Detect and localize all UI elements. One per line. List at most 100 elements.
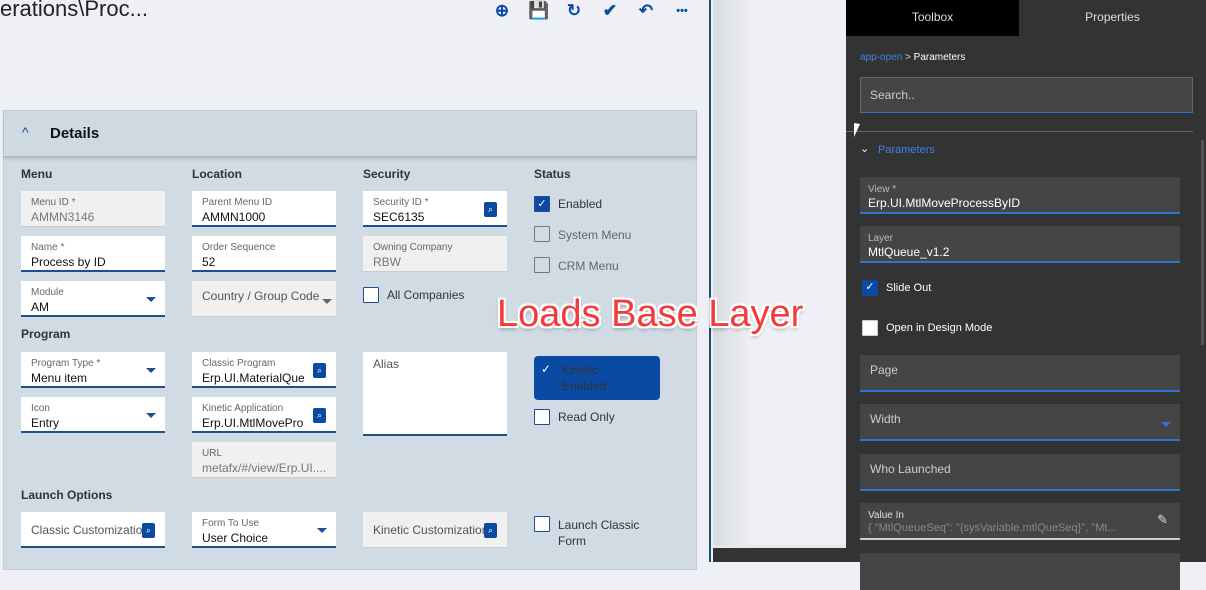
value: Menu item [31, 371, 88, 385]
crm-menu-checkbox[interactable] [534, 257, 550, 273]
tab-toolbox[interactable]: Toolbox [846, 0, 1019, 36]
system-menu-label: System Menu [558, 228, 632, 242]
layer-field[interactable]: Layer MtlQueue_v1.2 [860, 226, 1180, 263]
chevron-down-icon[interactable]: ⌄ [860, 142, 869, 155]
label: Program Type * [31, 358, 101, 369]
menu-id-field[interactable]: Menu ID * AMMN3146 [21, 191, 165, 227]
search-input[interactable]: Search.. [860, 77, 1193, 113]
value: SEC6135 [373, 210, 425, 224]
section-launch-options: Launch Options [21, 488, 113, 502]
label: Kinetic [562, 363, 599, 377]
search-icon[interactable]: ⌕ [484, 202, 497, 217]
form-to-use-dropdown[interactable]: Form To Use User Choice [192, 512, 336, 548]
read-only-checkbox[interactable] [534, 409, 550, 425]
preview-gap [713, 0, 846, 562]
placeholder: Search.. [870, 88, 915, 102]
value: Erp.UI.MtlMoveProcessByID [868, 196, 1021, 210]
country-group-code-dropdown[interactable]: Country / Group Code [192, 281, 336, 317]
save-icon[interactable]: 💾 [528, 1, 549, 21]
alias-textarea[interactable]: Alias [363, 352, 507, 436]
label: Parent Menu ID [202, 197, 273, 208]
module-dropdown[interactable]: Module AM [21, 281, 165, 317]
placeholder: Country / Group Code [202, 289, 320, 303]
search-icon[interactable]: ⌕ [142, 523, 155, 538]
chevron-up-icon[interactable]: ^ [22, 124, 29, 140]
url-field[interactable]: URL metafx/#/view/Erp.UI.... [192, 442, 336, 478]
add-icon[interactable]: ⊕ [492, 1, 512, 21]
section-location: Location [192, 167, 242, 181]
value: RBW [373, 255, 401, 269]
kinetic-application-field[interactable]: Kinetic Application Erp.UI.MtlMovePro ⌕ [192, 397, 336, 433]
pencil-icon[interactable]: ✎ [1157, 512, 1168, 528]
design-mode-checkbox[interactable] [862, 320, 878, 336]
security-id-field[interactable]: Security ID * SEC6135 ⌕ [363, 191, 507, 227]
icon-dropdown[interactable]: Icon Entry [21, 397, 165, 433]
refresh-icon[interactable]: ↻ [564, 1, 584, 21]
caret-down-icon [322, 299, 332, 304]
who-launched-field[interactable]: Who Launched [860, 454, 1180, 491]
all-companies-label: All Companies [387, 288, 465, 302]
label: Layer [868, 233, 894, 244]
name-field[interactable]: Name * Process by ID [21, 236, 165, 272]
value: Erp.UI.MaterialQue [202, 371, 305, 385]
placeholder: Who Launched [870, 462, 951, 476]
classic-program-field[interactable]: Classic Program Erp.UI.MaterialQue ⌕ [192, 352, 336, 388]
caret-down-icon [146, 297, 156, 302]
details-title: Details [50, 125, 100, 142]
search-icon[interactable]: ⌕ [484, 523, 497, 538]
tab-properties[interactable]: Properties [1019, 0, 1206, 36]
details-header[interactable]: ^ Details [4, 111, 696, 157]
parent-menu-id-field[interactable]: Parent Menu ID AMMN1000 [192, 191, 336, 227]
classic-customization-field[interactable]: Classic Customization ⌕ [21, 512, 165, 548]
breadcrumb-parent[interactable]: app-open [860, 52, 902, 63]
kinetic-customization-field[interactable]: Kinetic Customization ⌕ [363, 512, 507, 548]
launch-classic-label: Launch Classic [558, 518, 640, 532]
system-menu-checkbox[interactable] [534, 226, 550, 242]
label: Value In [868, 510, 904, 521]
value: MtlQueue_v1.2 [868, 245, 950, 259]
section-security: Security [363, 167, 411, 181]
section-program: Program [21, 327, 71, 341]
width-dropdown[interactable]: Width [860, 404, 1180, 441]
order-sequence-field[interactable]: Order Sequence 52 [192, 236, 336, 272]
label: View * [868, 184, 897, 195]
clear-icon[interactable]: ✔ [600, 1, 620, 21]
next-field[interactable] [860, 553, 1180, 590]
search-icon[interactable]: ⌕ [313, 408, 326, 423]
enabled-checkbox[interactable]: ✓ [534, 196, 550, 212]
slide-out-checkbox[interactable]: ✓ [862, 280, 878, 296]
value: metafx/#/view/Erp.UI.... [202, 461, 327, 475]
parameters-group[interactable]: Parameters [878, 144, 935, 156]
caret-down-icon [146, 413, 156, 418]
placeholder: Alias [373, 357, 400, 371]
scrollbar[interactable] [1201, 140, 1204, 345]
enabled-label: Enabled [558, 197, 603, 211]
breadcrumb-current: Parameters [913, 52, 966, 63]
read-only-label: Read Only [558, 410, 615, 424]
label: Name * [31, 242, 65, 253]
owning-company-field[interactable]: Owning Company RBW [363, 236, 507, 272]
search-icon[interactable]: ⌕ [313, 363, 326, 378]
label: Enabled [562, 379, 607, 393]
value: User Choice [202, 531, 269, 545]
section-status: Status [534, 167, 571, 181]
value: 52 [202, 255, 216, 269]
value-in-field[interactable]: Value In{ "MtlQueueSeq": "{sysVariable.m… [860, 503, 1180, 540]
label: Module [31, 287, 64, 298]
value: Erp.UI.MtlMovePro [202, 416, 304, 430]
section-menu: Menu [21, 167, 53, 181]
value: Entry [31, 416, 60, 430]
undo-icon[interactable]: ↶ [636, 1, 656, 21]
caret-down-icon [1161, 422, 1171, 427]
launch-classic-form-checkbox[interactable] [534, 516, 550, 532]
value: { "MtlQueueSeq": "{sysVariable.mtlQueSeq… [868, 522, 1117, 534]
kinetic-enabled-toggle[interactable]: ✓ Kinetic Enabled [534, 356, 660, 400]
all-companies-checkbox[interactable] [363, 287, 379, 303]
label: URL [202, 448, 223, 459]
more-icon[interactable]: ••• [672, 1, 692, 21]
program-type-dropdown[interactable]: Program Type * Menu item [21, 352, 165, 388]
view-field[interactable]: View * Erp.UI.MtlMoveProcessByID [860, 177, 1180, 214]
label: Classic Program [202, 358, 276, 369]
breadcrumb: app-open > Parameters [860, 52, 965, 63]
page-field[interactable]: Page [860, 355, 1180, 392]
